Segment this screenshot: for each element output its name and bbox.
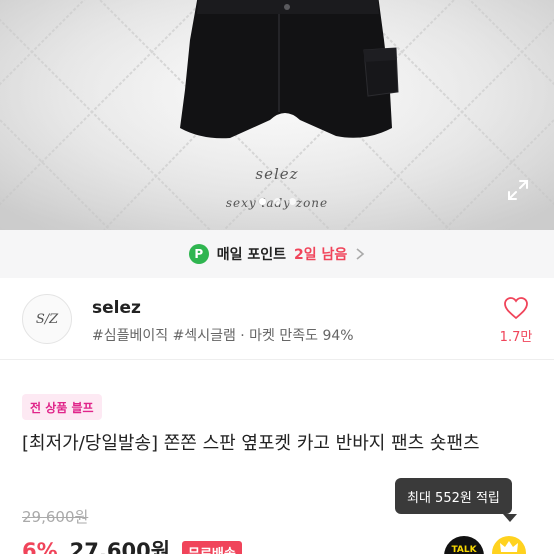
tooltip-arrow xyxy=(503,514,517,522)
carousel-dot[interactable] xyxy=(288,198,296,205)
product-title: [최저가/당일발송] 쫀쫀 스판 옆포켓 카고 반바지 팬츠 숏팬츠 xyxy=(22,433,480,454)
carousel-dot[interactable] xyxy=(273,198,281,205)
days-left-label: 2일 남음 xyxy=(294,247,348,263)
carousel-dot[interactable] xyxy=(258,198,266,205)
sale-price: 27,600원 xyxy=(69,539,171,554)
seller-avatar[interactable]: S/Z xyxy=(22,294,72,344)
free-shipping-badge: 무료배송 xyxy=(182,541,242,554)
heart-icon xyxy=(504,297,528,320)
daily-point-label: 매일 포인트 xyxy=(216,247,286,263)
daily-point-banner[interactable]: P 매일 포인트 2일 남음 xyxy=(0,230,554,278)
original-price: 29,600원 xyxy=(22,508,89,526)
product-image[interactable]: selez sexy lady zone xyxy=(0,0,554,230)
reward-button[interactable] xyxy=(492,536,526,554)
point-badge-icon: P xyxy=(188,244,209,264)
like-count: 1.7만 xyxy=(499,330,533,345)
chevron-right-icon xyxy=(356,248,365,260)
brand-logo-text: selez xyxy=(255,165,299,183)
discount-rate: 6% xyxy=(22,539,58,554)
promo-tag: 전 상품 블프 xyxy=(22,394,102,420)
crown-icon xyxy=(500,541,518,552)
expand-icon[interactable] xyxy=(506,178,530,202)
seller-info[interactable]: S/Z selez #심플베이직 #섹시글램 · 마켓 만족도 94% 1.7만 xyxy=(0,278,554,360)
kakao-talk-button[interactable]: TALK xyxy=(444,536,484,554)
price-row: 6% 27,600원 무료배송 xyxy=(22,535,242,554)
like-button[interactable]: 1.7만 xyxy=(496,296,536,345)
carousel-dots xyxy=(0,198,554,205)
reward-tooltip: 최대 552원 적립 xyxy=(395,478,512,514)
talk-label: TALK xyxy=(451,545,477,554)
seller-name[interactable]: selez xyxy=(92,298,141,318)
seller-tags: #심플베이직 #섹시글램 · 마켓 만족도 94% xyxy=(92,328,354,344)
